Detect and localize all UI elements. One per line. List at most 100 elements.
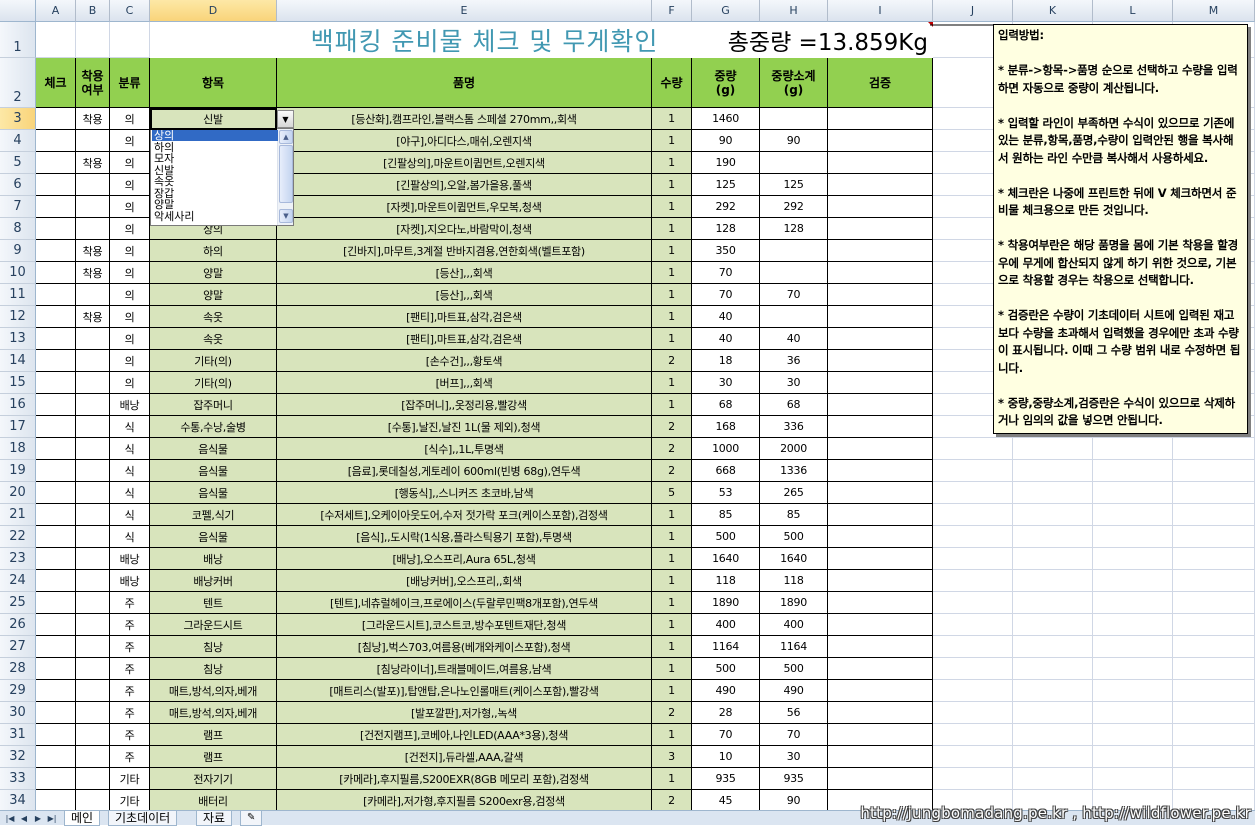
cell-category[interactable]: 배낭 bbox=[110, 548, 150, 570]
cell-product[interactable]: [행동식],,스니커즈 초코바,남색 bbox=[277, 482, 652, 504]
cell-verify[interactable] bbox=[828, 262, 933, 284]
cell-weight[interactable]: 18 bbox=[692, 350, 760, 372]
cell-worn[interactable] bbox=[76, 394, 110, 416]
cell-check[interactable] bbox=[36, 658, 76, 680]
cell-qty[interactable]: 2 bbox=[652, 350, 692, 372]
row-header[interactable]: 1 bbox=[0, 22, 36, 58]
row-header[interactable]: 14 bbox=[0, 350, 36, 372]
dropdown-option[interactable]: 모자 bbox=[152, 153, 278, 164]
cell-check[interactable] bbox=[36, 680, 76, 702]
dropdown-option[interactable]: 장갑 bbox=[152, 188, 278, 199]
cell-category[interactable]: 의 bbox=[110, 108, 150, 130]
row-header[interactable]: 31 bbox=[0, 724, 36, 746]
column-header-k[interactable]: K bbox=[1013, 0, 1093, 22]
cell-item[interactable]: 코펠,식기 bbox=[150, 504, 277, 526]
row-header[interactable]: 25 bbox=[0, 592, 36, 614]
cell-qty[interactable]: 1 bbox=[652, 658, 692, 680]
column-header-g[interactable]: G bbox=[692, 0, 760, 22]
row-header[interactable]: 9 bbox=[0, 240, 36, 262]
cell-check[interactable] bbox=[36, 724, 76, 746]
column-header-a[interactable]: A bbox=[36, 0, 76, 22]
cell-category[interactable]: 배낭 bbox=[110, 570, 150, 592]
cell-qty[interactable]: 2 bbox=[652, 460, 692, 482]
cell-check[interactable] bbox=[36, 636, 76, 658]
cell-subtotal[interactable] bbox=[760, 240, 828, 262]
spreadsheet-grid[interactable]: ABCDEFGHIJKLM 1 2 3 4 5 6 7 8 9 10 11 12 13 14 15 16 17 1… bbox=[0, 0, 1255, 810]
scroll-down-icon[interactable]: ▼ bbox=[279, 209, 293, 223]
row-header[interactable]: 18 bbox=[0, 438, 36, 460]
cell-weight[interactable]: 28 bbox=[692, 702, 760, 724]
cell-qty[interactable]: 1 bbox=[652, 548, 692, 570]
cell-verify[interactable] bbox=[828, 108, 933, 130]
column-header-i[interactable]: I bbox=[828, 0, 933, 22]
cell-item[interactable]: 잡주머니 bbox=[150, 394, 277, 416]
cell-qty[interactable]: 2 bbox=[652, 416, 692, 438]
empty-cell[interactable] bbox=[1173, 724, 1255, 746]
cell-check[interactable] bbox=[36, 328, 76, 350]
cell-category[interactable]: 식 bbox=[110, 460, 150, 482]
cell-subtotal[interactable]: 265 bbox=[760, 482, 828, 504]
cell-worn[interactable] bbox=[76, 680, 110, 702]
row-header[interactable]: 23 bbox=[0, 548, 36, 570]
empty-cell[interactable] bbox=[36, 22, 76, 58]
row-header[interactable]: 3 bbox=[0, 108, 36, 130]
cell-qty[interactable]: 2 bbox=[652, 702, 692, 724]
cell-subtotal[interactable] bbox=[760, 108, 828, 130]
cell-verify[interactable] bbox=[828, 218, 933, 240]
cell-product[interactable]: [수통],날진,날진 1L(물 제외),청색 bbox=[277, 416, 652, 438]
cell-item[interactable]: 그라운드시트 bbox=[150, 614, 277, 636]
cell-item[interactable]: 수통,수낭,술병 bbox=[150, 416, 277, 438]
empty-cell[interactable] bbox=[1013, 592, 1093, 614]
cell-verify[interactable] bbox=[828, 680, 933, 702]
row-header[interactable]: 6 bbox=[0, 174, 36, 196]
cell-verify[interactable] bbox=[828, 658, 933, 680]
cell-verify[interactable] bbox=[828, 614, 933, 636]
empty-cell[interactable] bbox=[1093, 658, 1173, 680]
cell-verify[interactable] bbox=[828, 306, 933, 328]
cell-check[interactable] bbox=[36, 504, 76, 526]
cell-subtotal[interactable] bbox=[760, 306, 828, 328]
cell-item[interactable]: 신발 bbox=[150, 108, 277, 130]
cell-qty[interactable]: 1 bbox=[652, 592, 692, 614]
cell-weight[interactable]: 45 bbox=[692, 790, 760, 810]
cell-verify[interactable] bbox=[828, 592, 933, 614]
dropdown-option[interactable]: 상의 bbox=[152, 130, 278, 141]
cell-verify[interactable] bbox=[828, 130, 933, 152]
cell-check[interactable] bbox=[36, 460, 76, 482]
empty-cell[interactable] bbox=[1173, 504, 1255, 526]
cell-item[interactable]: 매트,방석,의자,베개 bbox=[150, 680, 277, 702]
item-dropdown-list[interactable]: ▲ ▼ 상의 하의 모자 신발 속옷 장갑 양말 악세사리 bbox=[150, 128, 294, 226]
cell-verify[interactable] bbox=[828, 460, 933, 482]
cell-category[interactable]: 식 bbox=[110, 504, 150, 526]
cell-worn[interactable] bbox=[76, 460, 110, 482]
cell-weight[interactable]: 70 bbox=[692, 284, 760, 306]
empty-cell[interactable] bbox=[1093, 570, 1173, 592]
cell-worn[interactable] bbox=[76, 482, 110, 504]
insert-sheet-icon[interactable]: ✎ bbox=[240, 811, 263, 826]
cell-check[interactable] bbox=[36, 592, 76, 614]
next-sheet-icon[interactable]: ▶ bbox=[32, 813, 44, 824]
cell-product[interactable]: [팬티],마트표,삼각,검은색 bbox=[277, 328, 652, 350]
empty-cell[interactable] bbox=[1093, 614, 1173, 636]
cell-subtotal[interactable]: 500 bbox=[760, 658, 828, 680]
empty-cell[interactable] bbox=[933, 724, 1013, 746]
cell-category[interactable]: 의 bbox=[110, 262, 150, 284]
last-sheet-icon[interactable]: ▶| bbox=[46, 813, 58, 824]
cell-product[interactable]: [그라운드시트],코스트코,방수포텐트재단,청색 bbox=[277, 614, 652, 636]
cell-verify[interactable] bbox=[828, 482, 933, 504]
cell-qty[interactable]: 1 bbox=[652, 372, 692, 394]
prev-sheet-icon[interactable]: ◀ bbox=[18, 813, 30, 824]
empty-cell[interactable] bbox=[1173, 614, 1255, 636]
cell-subtotal[interactable]: 1164 bbox=[760, 636, 828, 658]
cell-subtotal[interactable]: 70 bbox=[760, 284, 828, 306]
cell-worn[interactable] bbox=[76, 636, 110, 658]
cell-check[interactable] bbox=[36, 482, 76, 504]
cell-check[interactable] bbox=[36, 394, 76, 416]
empty-cell[interactable] bbox=[1173, 768, 1255, 790]
cell-item[interactable]: 음식물 bbox=[150, 526, 277, 548]
dropdown-option[interactable]: 신발 bbox=[152, 165, 278, 176]
empty-cell[interactable] bbox=[1093, 482, 1173, 504]
empty-cell[interactable] bbox=[1013, 746, 1093, 768]
dropdown-option[interactable]: 악세사리 bbox=[152, 211, 278, 222]
cell-verify[interactable] bbox=[828, 746, 933, 768]
